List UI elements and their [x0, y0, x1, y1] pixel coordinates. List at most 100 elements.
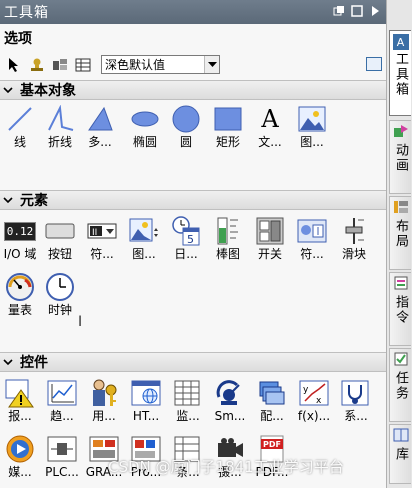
tool-bar-graph[interactable]: 棒图: [208, 216, 248, 264]
chevron-down-icon: [0, 196, 16, 204]
side-tab-animation[interactable]: 动画: [389, 120, 411, 194]
group-header-elements[interactable]: 元素: [0, 190, 386, 210]
tool-gauge[interactable]: 量表: [0, 272, 40, 320]
tool-graphic-view[interactable]: 图...: [124, 216, 164, 264]
side-tab-label: 任务: [393, 371, 408, 401]
circle-icon: [170, 104, 202, 134]
tool-image[interactable]: 图...: [292, 104, 332, 152]
tool-label: 日...: [174, 247, 198, 261]
side-tab-bar: A 工具箱 动画 布局 指令 任务 库: [386, 0, 412, 488]
tool-label: 多...: [88, 135, 112, 149]
trend-view-icon: [46, 378, 78, 408]
tool-circle[interactable]: 圆: [166, 104, 206, 152]
style-select[interactable]: 深色默认值: [101, 55, 220, 74]
text-glyph: A: [261, 105, 279, 133]
tool-switch[interactable]: 开关: [250, 216, 290, 264]
tool-button[interactable]: 按钮: [40, 216, 80, 264]
group-header-basic[interactable]: 基本对象: [0, 80, 386, 100]
tool-fx-trend[interactable]: yx f(x)...: [294, 378, 334, 426]
side-tab-toolbox[interactable]: A 工具箱: [389, 30, 411, 116]
tool-slider[interactable]: 滑块: [334, 216, 374, 264]
chevron-down-icon: [0, 358, 16, 366]
float-icon[interactable]: [350, 4, 364, 18]
tool-text[interactable]: A 文...: [250, 104, 290, 152]
tool-io-field[interactable]: 0.12 I/O 域: [0, 216, 40, 264]
group-header-controls[interactable]: 控件: [0, 352, 386, 372]
io-glyph: 0.12: [3, 221, 37, 241]
tool-trend-view[interactable]: 趋...: [42, 378, 82, 426]
svg-text:5: 5: [187, 233, 194, 246]
plc-code-viewer-icon: [46, 434, 78, 464]
tool-polyline[interactable]: 折线: [40, 104, 80, 152]
tool-html-browser[interactable]: HT...: [126, 378, 166, 426]
collapse-arrow-icon[interactable]: [368, 4, 382, 18]
tool-sm[interactable]: Sm...: [210, 378, 250, 426]
restore-icon[interactable]: [332, 4, 346, 18]
title-bar: 工具箱: [0, 0, 386, 24]
tool-label: f(x)...: [297, 409, 331, 423]
symbol-library-icon: [296, 216, 328, 246]
chevron-down-icon[interactable]: [204, 56, 219, 73]
tool-recipe-view[interactable]: 配...: [252, 378, 292, 426]
tool-date-time[interactable]: 5 日...: [166, 216, 206, 264]
side-tab-tasks[interactable]: 任务: [389, 348, 411, 422]
clock-icon: [44, 272, 76, 302]
tool-symbol-library[interactable]: 符...: [292, 216, 332, 264]
side-tab-label: 布局: [393, 219, 408, 249]
libraries-tab-icon: [393, 428, 409, 445]
group-title: 元素: [20, 193, 48, 209]
group-title: 基本对象: [20, 83, 76, 99]
switch-icon: [254, 216, 286, 246]
tool-rectangle[interactable]: 矩形: [208, 104, 248, 152]
sm-icon: [214, 378, 246, 408]
bar-graph-icon: [212, 216, 244, 246]
tool-label: 矩形: [215, 135, 240, 149]
tasks-tab-icon: [393, 352, 409, 369]
tool-label: 图...: [300, 135, 324, 149]
tool-monitor-table[interactable]: 监...: [168, 378, 208, 426]
tool-label: HT...: [132, 409, 160, 423]
tool-label: 圆: [179, 135, 192, 149]
side-tab-instructions[interactable]: 指令: [389, 272, 411, 346]
panel-toggle-button[interactable]: [366, 57, 382, 71]
side-tab-libraries[interactable]: 库: [389, 424, 411, 484]
tool-symbolic-io[interactable]: II 符...: [82, 216, 122, 264]
text-icon: A: [254, 104, 286, 134]
tool-alarm-view[interactable]: 报...: [0, 378, 40, 426]
tool-label: 时钟: [47, 303, 72, 317]
chevron-down-icon: [0, 86, 16, 94]
animation-tab-icon: [393, 124, 409, 141]
gauge-icon: [4, 272, 36, 302]
tool-system-diagnostics[interactable]: 系...: [336, 378, 376, 426]
toolbox-tab-icon: A: [392, 34, 409, 50]
table-view-icon[interactable]: [74, 56, 92, 74]
image-icon: [296, 104, 328, 134]
tool-plc-code-viewer[interactable]: PLC...: [42, 434, 82, 482]
tool-user-view[interactable]: 用...: [84, 378, 124, 426]
tool-media-player[interactable]: 媒...: [0, 434, 40, 482]
stamp-icon[interactable]: [28, 56, 46, 74]
tool-label: 用...: [92, 409, 116, 423]
group-title: 控件: [20, 355, 48, 371]
panel-title: 工具箱: [4, 5, 49, 21]
side-tab-label: 指令: [393, 295, 408, 325]
pointer-icon[interactable]: [5, 56, 23, 74]
polyline-icon: [44, 104, 76, 134]
tool-label: 按钮: [47, 247, 72, 261]
instructions-tab-icon: [393, 276, 409, 293]
tool-label: Sm...: [214, 409, 246, 423]
date-time-icon: 5: [170, 216, 202, 246]
tool-label: 趋...: [50, 409, 74, 423]
tool-ellipse[interactable]: 椭圆: [125, 104, 165, 152]
io-field-icon: 0.12: [3, 216, 37, 246]
tool-line[interactable]: 线: [0, 104, 40, 152]
tool-label: PLC...: [45, 465, 79, 479]
button-icon: [44, 216, 76, 246]
user-view-icon: [88, 378, 120, 408]
side-tab-layout[interactable]: 布局: [389, 196, 411, 270]
monitor-table-icon: [172, 378, 204, 408]
tool-clock[interactable]: 时钟: [40, 272, 80, 320]
tool-polygon[interactable]: 多...: [80, 104, 120, 152]
layer-icon[interactable]: [51, 56, 69, 74]
layout-tab-icon: [393, 200, 409, 217]
